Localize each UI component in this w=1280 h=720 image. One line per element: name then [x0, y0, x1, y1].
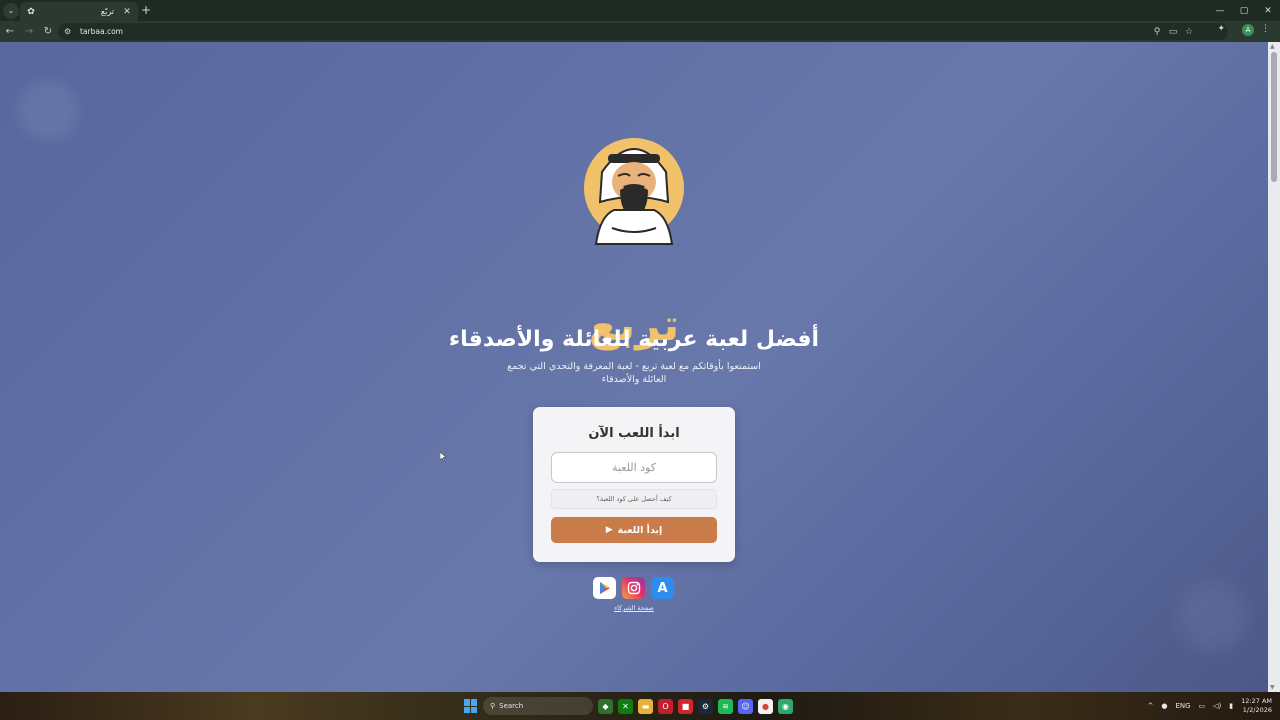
xbox-icon[interactable]: ✕ [618, 698, 633, 714]
forward-icon[interactable]: → [20, 23, 38, 41]
clock-date: 1/2/2026 [1242, 706, 1272, 714]
join-game-card: ابدأ اللعب الآن كيف أحصل على كود اللعبة؟… [533, 407, 735, 562]
tab-close-icon[interactable]: ✕ [122, 7, 132, 17]
language-indicator[interactable]: ENG [1175, 702, 1190, 710]
back-icon[interactable]: ← [1, 23, 19, 41]
browser-toolbar: ← → ↻ ⚙ tarbaa.com ⚲ ▭ ☆ [0, 21, 1280, 42]
file-explorer-icon[interactable]: ▬ [638, 698, 653, 714]
volume-icon[interactable]: ◁) [1213, 702, 1221, 710]
page-viewport: تربع أفضل لعبة عربية للعائلة والأصدقاء ا… [0, 42, 1268, 692]
spotify-icon[interactable]: ≋ [718, 698, 733, 714]
os-taskbar: ⚲ Search ◆ ✕ ▬ O ■ ⚙ ≋ ☺ ● ◉ ^ ● ENG ▭ ◁… [0, 692, 1280, 720]
mouse-cursor [440, 452, 446, 461]
clock-time: 12:27 AM [1241, 697, 1272, 705]
google-play-icon[interactable] [593, 577, 616, 599]
menu-icon[interactable]: ⋮ [1261, 24, 1270, 34]
red-app-icon[interactable]: ■ [678, 698, 693, 714]
tab-title: تربّع [100, 7, 114, 16]
omnibox-actions: ⚲ ▭ ☆ [1152, 23, 1194, 40]
browser-tab[interactable]: ✿ تربّع ✕ [20, 2, 138, 21]
discord-icon[interactable]: ☺ [738, 698, 753, 714]
chrome-profile-icon[interactable]: ◉ [778, 698, 793, 714]
instagram-icon[interactable] [622, 577, 645, 599]
page-subheadline: استمتعوا بأوقاتكم مع لعبة تربع - لعبة ال… [507, 361, 761, 385]
new-tab-button[interactable]: + [141, 3, 151, 17]
extensions-icon[interactable]: ✦ [1217, 24, 1225, 34]
taskbar-search[interactable]: ⚲ Search [483, 697, 593, 715]
microphone-icon[interactable]: ● [1161, 702, 1167, 710]
chrome-icon[interactable]: ● [758, 698, 773, 714]
nvidia-icon[interactable]: ◆ [598, 698, 613, 714]
partners-link[interactable]: صفحة الشركاء [600, 604, 668, 612]
maximize-icon[interactable]: ▢ [1232, 0, 1256, 21]
search-icon: ⚲ [490, 702, 496, 710]
site-favicon: ✿ [27, 6, 35, 17]
minimize-icon[interactable]: — [1208, 0, 1232, 21]
system-tray: ^ ● ENG ▭ ◁) ▮ 12:27 AM 1/2/2026 [1147, 692, 1272, 720]
battery-icon[interactable]: ▮ [1229, 702, 1233, 710]
address-bar[interactable]: ⚙ tarbaa.com ⚲ ▭ ☆ [58, 23, 1228, 40]
decorative-blob [18, 80, 78, 140]
card-title: ابدأ اللعب الآن [588, 426, 680, 441]
game-code-input[interactable] [551, 452, 717, 483]
profile-icon[interactable]: A [1242, 24, 1254, 36]
start-game-label: إبدأ اللعبة [617, 524, 663, 536]
app-store-icon[interactable]: A [651, 577, 674, 599]
start-menu-icon[interactable] [464, 699, 478, 713]
bookmark-star-icon[interactable]: ☆ [1184, 27, 1194, 37]
decorative-blob [1178, 582, 1248, 652]
tab-search-icon[interactable]: ⌄ [3, 2, 19, 19]
url-text[interactable]: tarbaa.com [80, 27, 123, 36]
mascot-logo [584, 138, 684, 245]
site-info-icon[interactable]: ⚙ [64, 27, 76, 36]
search-label: Search [499, 702, 524, 710]
page-headline: أفضل لعبة عربية للعائلة والأصدقاء [448, 327, 820, 352]
taskbar-apps: ⚲ Search ◆ ✕ ▬ O ■ ⚙ ≋ ☺ ● ◉ [464, 696, 793, 716]
reload-icon[interactable]: ↻ [39, 23, 57, 41]
close-icon[interactable]: ✕ [1256, 0, 1280, 21]
network-icon[interactable]: ▭ [1199, 702, 1206, 710]
taskbar-clock[interactable]: 12:27 AM 1/2/2026 [1241, 697, 1272, 715]
store-links: A [593, 577, 674, 599]
cast-icon[interactable]: ▭ [1168, 27, 1178, 37]
window-controls: — ▢ ✕ [1208, 0, 1280, 21]
scroll-down-icon[interactable]: ▼ [1270, 684, 1275, 691]
tab-strip: ⌄ ✿ تربّع ✕ + — ▢ ✕ [0, 0, 1280, 21]
play-icon: ▶ [605, 525, 613, 535]
tray-overflow-icon[interactable]: ^ [1147, 702, 1153, 710]
page-scrollbar[interactable]: ▲ ▼ [1268, 42, 1280, 692]
zoom-icon[interactable]: ⚲ [1152, 27, 1162, 37]
scroll-thumb[interactable] [1271, 52, 1277, 182]
opera-icon[interactable]: O [658, 698, 673, 714]
scroll-up-icon[interactable]: ▲ [1270, 43, 1275, 50]
start-game-button[interactable]: إبدأ اللعبة ▶ [551, 517, 717, 543]
get-code-help-link[interactable]: كيف أحصل على كود اللعبة؟ [551, 489, 717, 509]
steam-icon[interactable]: ⚙ [698, 698, 713, 714]
